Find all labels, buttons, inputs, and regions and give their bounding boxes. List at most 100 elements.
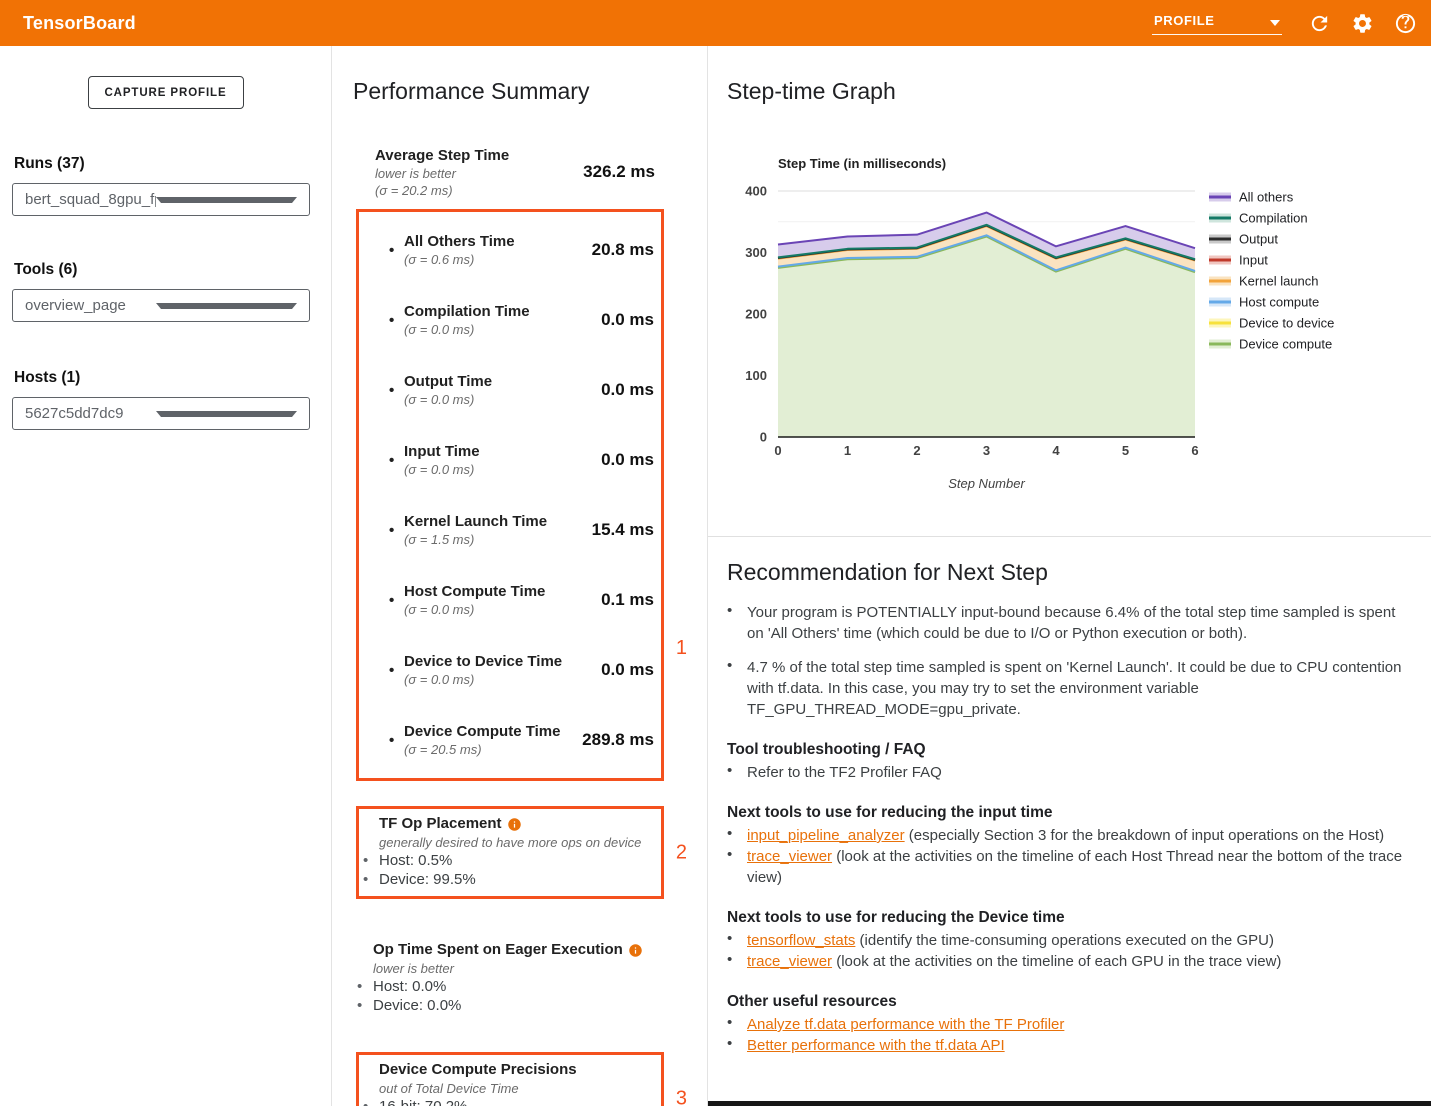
recommendation-item: •input_pipeline_analyzer (especially Sec… — [727, 825, 1431, 846]
metric-label: Kernel Launch Time — [404, 512, 547, 531]
right-panel: Step-time Graph Step Time (in millisecon… — [708, 46, 1431, 1106]
main-content: CAPTURE PROFILE Runs (37) bert_squad_8gp… — [0, 46, 1431, 1106]
tf-op-placement-title-text: TF Op Placement — [379, 814, 502, 834]
device-precisions-title: Device Compute Precisions — [359, 1060, 655, 1080]
header-toolbar: PROFILE — [1152, 11, 1417, 35]
recommendation-item: •4.7 % of the total step time sampled is… — [727, 657, 1427, 720]
svg-text:Step Number: Step Number — [948, 476, 1025, 491]
metric-value: 0.1 ms — [601, 590, 661, 610]
metric-value: 0.0 ms — [601, 380, 661, 400]
step-time-graph-title: Step-time Graph — [727, 46, 1431, 105]
svg-text:6: 6 — [1191, 443, 1198, 458]
metric-label: Device Compute Time — [404, 722, 560, 741]
svg-text:Device compute: Device compute — [1239, 337, 1332, 352]
svg-text:1: 1 — [844, 443, 851, 458]
recommendation-item: •trace_viewer (look at the activities on… — [727, 951, 1431, 972]
svg-text:4: 4 — [1052, 443, 1060, 458]
metric-label: Host Compute Time — [404, 582, 545, 601]
chevron-down-icon — [1270, 20, 1280, 26]
device-precisions-note: out of Total Device Time — [359, 1080, 655, 1097]
svg-text:300: 300 — [745, 245, 767, 260]
recommendation-title: Recommendation for Next Step — [727, 559, 1411, 586]
metric-row: •Output Time(σ = 0.0 ms)0.0 ms — [359, 355, 661, 425]
refresh-icon[interactable] — [1308, 12, 1331, 35]
hosts-select-value: 5627c5dd7dc9 — [25, 405, 156, 422]
chevron-down-icon — [156, 303, 297, 309]
metric-value: 289.8 ms — [582, 730, 661, 750]
help-icon[interactable] — [1394, 12, 1417, 35]
step-time-chart: Step Time (in milliseconds)0100200300400… — [719, 150, 1425, 506]
gear-icon[interactable] — [1351, 12, 1374, 35]
bullet: • — [389, 382, 404, 399]
svg-text:2: 2 — [913, 443, 920, 458]
hosts-select[interactable]: 5627c5dd7dc9 — [12, 397, 310, 430]
svg-text:Input: Input — [1239, 253, 1268, 268]
eager-execution-title: Op Time Spent on Eager Execution — [353, 940, 701, 960]
annotation-label-1: 1 — [676, 637, 687, 660]
tools-label: Tools (6) — [14, 261, 331, 279]
tools-select[interactable]: overview_page — [12, 289, 310, 322]
tf-op-placement-title: TF Op Placement — [359, 814, 655, 834]
metric-sigma: (σ = 20.5 ms) — [404, 741, 560, 758]
metric-row: •Device to Device Time(σ = 0.0 ms)0.0 ms — [359, 635, 661, 705]
link[interactable]: trace_viewer — [747, 848, 832, 865]
eager-execution-note: lower is better — [353, 960, 701, 977]
sidebar: CAPTURE PROFILE Runs (37) bert_squad_8gp… — [0, 46, 332, 1106]
bullet: • — [389, 522, 404, 539]
eager-execution-block: Op Time Spent on Eager Execution lower i… — [353, 935, 707, 1022]
app-title: TensorBoard — [23, 13, 136, 34]
metric-label: Compilation Time — [404, 302, 530, 321]
dashboard-select[interactable]: PROFILE — [1152, 11, 1282, 35]
metric-sigma: (σ = 0.0 ms) — [404, 321, 530, 338]
bullet: • — [389, 662, 404, 679]
recommendation-subhead: Other useful resources — [727, 992, 1411, 1012]
runs-select-value: bert_squad_8gpu_fp16_pvt_thd — [25, 191, 156, 208]
link[interactable]: trace_viewer — [747, 953, 832, 970]
recommendation-section: Recommendation for Next Step •Your progr… — [708, 537, 1431, 1056]
runs-label: Runs (37) — [14, 155, 331, 173]
tf-op-placement-list: •Host: 0.5%•Device: 99.5% — [359, 851, 655, 889]
capture-profile-button[interactable]: CAPTURE PROFILE — [88, 76, 244, 109]
list-item: •Device: 99.5% — [359, 870, 655, 889]
recommendation-list: •tensorflow_stats (identify the time-con… — [727, 930, 1411, 972]
device-precisions-title-text: Device Compute Precisions — [379, 1060, 577, 1080]
performance-summary-title: Performance Summary — [353, 46, 707, 105]
recommendation-subhead: Tool troubleshooting / FAQ — [727, 740, 1411, 760]
metric-sigma: (σ = 0.6 ms) — [404, 251, 515, 268]
link[interactable]: input_pipeline_analyzer — [747, 827, 905, 844]
svg-text:0: 0 — [774, 443, 781, 458]
metric-label: Device to Device Time — [404, 652, 562, 671]
metric-label: All Others Time — [404, 232, 515, 251]
metric-sigma: (σ = 0.0 ms) — [404, 461, 480, 478]
metric-row: •Device Compute Time(σ = 20.5 ms)289.8 m… — [359, 705, 661, 775]
svg-text:Host compute: Host compute — [1239, 295, 1319, 310]
average-step-time-label: Average Step Time — [375, 146, 509, 165]
step-time-graph-section: Step-time Graph Step Time (in millisecon… — [708, 46, 1431, 537]
recommendation-list: •input_pipeline_analyzer (especially Sec… — [727, 825, 1411, 888]
metric-row: •Compilation Time(σ = 0.0 ms)0.0 ms — [359, 285, 661, 355]
info-icon[interactable] — [628, 943, 643, 958]
eager-execution-list: •Host: 0.0%•Device: 0.0% — [353, 977, 701, 1015]
metric-row: •All Others Time(σ = 0.6 ms)20.8 ms — [359, 215, 661, 285]
svg-text:5: 5 — [1122, 443, 1129, 458]
metric-value: 0.0 ms — [601, 660, 661, 680]
average-step-time-value: 326.2 ms — [583, 162, 663, 182]
link[interactable]: Better performance with the tf.data API — [747, 1037, 1005, 1054]
recommendation-subhead: Next tools to use for reducing the Devic… — [727, 908, 1411, 928]
metric-list: •All Others Time(σ = 0.6 ms)20.8 ms • Comp… — [359, 215, 661, 775]
info-icon[interactable] — [507, 817, 522, 832]
svg-text:Compilation: Compilation — [1239, 211, 1308, 226]
metric-label: Input Time — [404, 442, 480, 461]
link[interactable]: Analyze tf.data performance with the TF … — [747, 1016, 1064, 1033]
recommendation-subhead: Next tools to use for reducing the input… — [727, 803, 1411, 823]
app-header: TensorBoard PROFILE — [0, 0, 1431, 46]
metric-sigma: (σ = 1.5 ms) — [404, 531, 547, 548]
annotation-label-3: 3 — [676, 1087, 687, 1106]
hosts-label: Hosts (1) — [14, 369, 331, 387]
metric-row: •Kernel Launch Time(σ = 1.5 ms)15.4 ms — [359, 495, 661, 565]
recommendation-item: •trace_viewer (look at the activities on… — [727, 846, 1431, 888]
metric-value: 0.0 ms — [601, 310, 661, 330]
runs-select[interactable]: bert_squad_8gpu_fp16_pvt_thd — [12, 183, 310, 216]
metric-label: Output Time — [404, 372, 492, 391]
link[interactable]: tensorflow_stats — [747, 932, 855, 949]
